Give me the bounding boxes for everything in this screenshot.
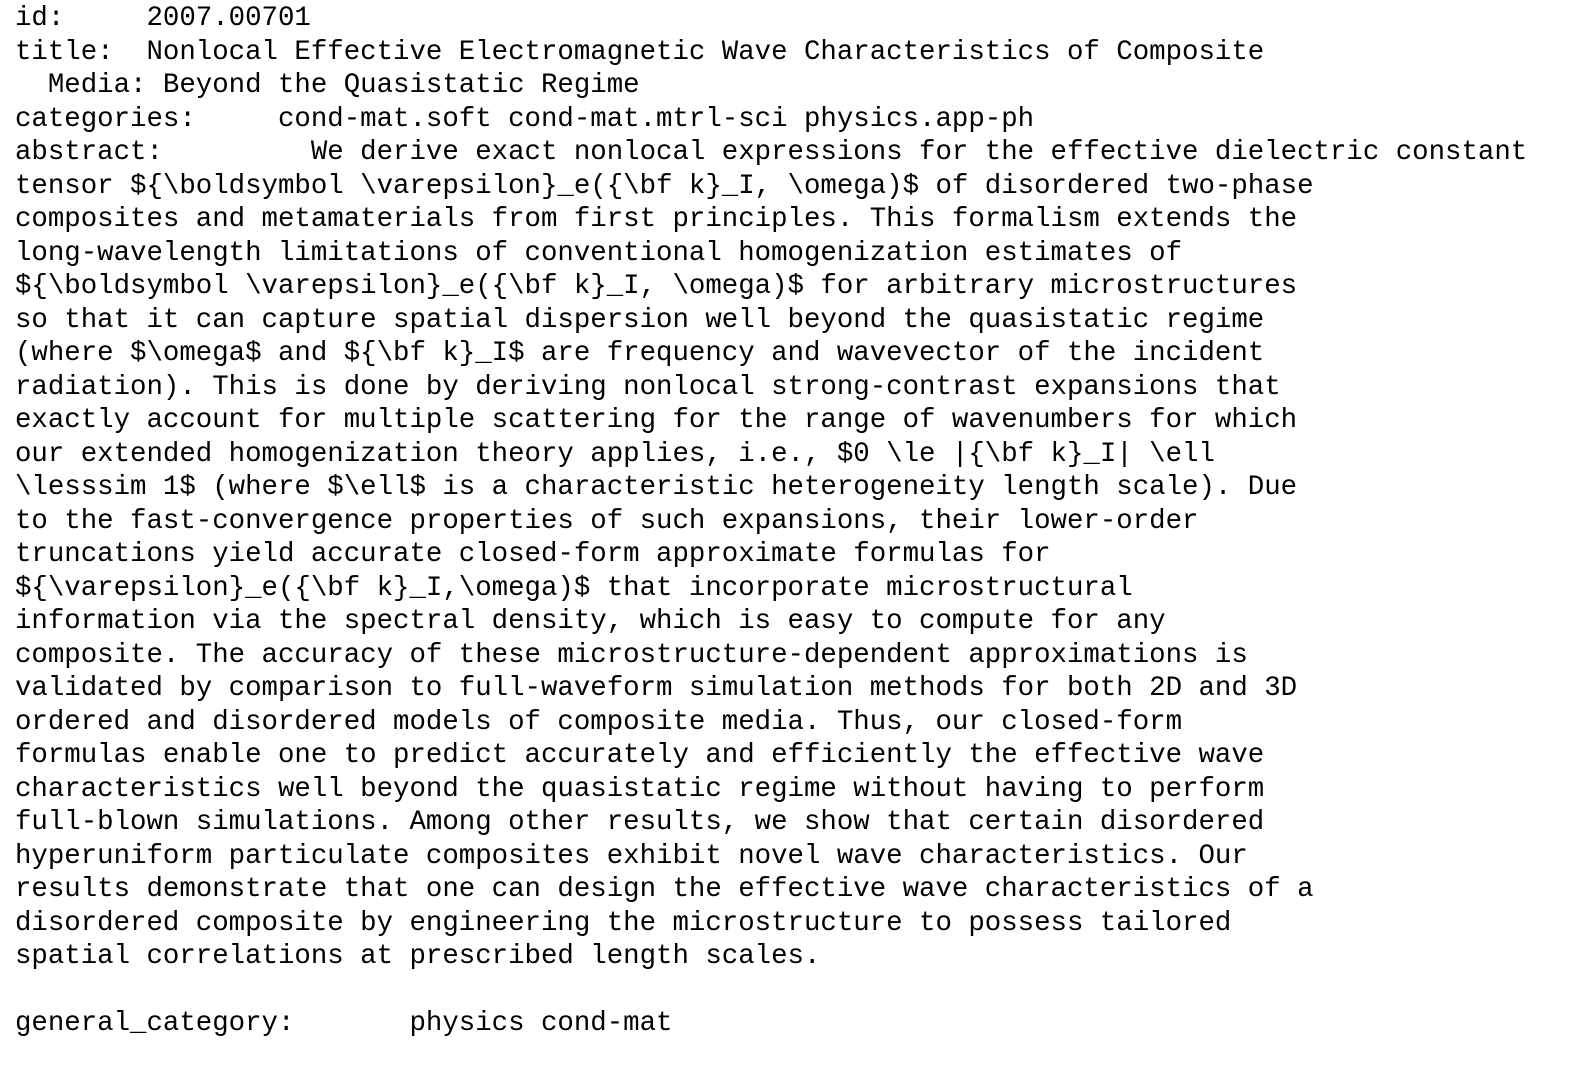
abstract-gap bbox=[163, 137, 311, 168]
abstract-line: exactly account for multiple scattering … bbox=[15, 405, 1298, 436]
id-value: 2007.00701 bbox=[146, 3, 311, 34]
abstract-line: radiation). This is done by deriving non… bbox=[15, 371, 1281, 403]
categories-value: cond-mat.soft cond-mat.mtrl-sci physics.… bbox=[278, 103, 1035, 135]
abstract-line: composite. The accuracy of these microst… bbox=[15, 639, 1248, 671]
abstract-line: truncations yield accurate closed-form a… bbox=[15, 539, 1051, 570]
abstract-body: tensor ${\boldsymbol \varepsilon}_e({\bf… bbox=[15, 170, 1596, 974]
general-category-label: general_category: bbox=[15, 1008, 295, 1039]
abstract-line: ${\varepsilon}_e({\bf k}_I,\omega)$ that… bbox=[15, 572, 1133, 604]
abstract-line: tensor ${\boldsymbol \varepsilon}_e({\bf… bbox=[15, 170, 1314, 202]
categories-label: categories: bbox=[15, 103, 196, 135]
abstract-line: validated by comparison to full-waveform… bbox=[15, 673, 1298, 704]
abstract-line: full-blown simulations. Among other resu… bbox=[15, 807, 1265, 838]
general-category-gap bbox=[294, 1008, 409, 1039]
abstract-line: formulas enable one to predict accuratel… bbox=[15, 740, 1265, 771]
title-line-1: Nonlocal Effective Electromagnetic Wave … bbox=[146, 36, 1265, 68]
abstract-line: ${\boldsymbol \varepsilon}_e({\bf k}_I, … bbox=[15, 271, 1298, 302]
abstract-line: long-wavelength limitations of conventio… bbox=[15, 237, 1183, 269]
abstract-line: composites and metamaterials from first … bbox=[15, 204, 1298, 235]
abstract-first-line: We derive exact nonlocal expressions for… bbox=[310, 137, 1528, 168]
abstract-line: disordered composite by engineering the … bbox=[15, 907, 1232, 939]
abstract-line: to the fast-convergence properties of su… bbox=[15, 505, 1199, 537]
abstract-line: hyperuniform particulate composites exhi… bbox=[15, 840, 1248, 872]
id-row: id: 2007.00701 bbox=[15, 2, 1596, 36]
abstract-line: (where $\omega$ and ${\bf k}_I$ are freq… bbox=[15, 338, 1265, 369]
abstract-row: abstract: We derive exact nonlocal expre… bbox=[15, 136, 1596, 170]
id-label: id: bbox=[15, 3, 65, 34]
categories-gap bbox=[196, 104, 278, 135]
general-category-value: physics cond-mat bbox=[409, 1008, 673, 1039]
abstract-line: \lesssim 1$ (where $\ell$ is a character… bbox=[15, 472, 1298, 503]
title-continuation-row: Media: Beyond the Quasistatic Regime bbox=[15, 69, 1596, 103]
id-gap bbox=[64, 3, 146, 34]
title-line-2: Media: Beyond the Quasistatic Regime bbox=[15, 70, 640, 101]
categories-row: categories: cond-mat.soft cond-mat.mtrl-… bbox=[15, 103, 1596, 137]
abstract-line: information via the spectral density, wh… bbox=[15, 606, 1166, 637]
abstract-label: abstract: bbox=[15, 137, 163, 168]
general-category-row: general_category: physics cond-mat bbox=[15, 1007, 1596, 1041]
document-page: id: 2007.00701 title: Nonlocal Effective… bbox=[0, 0, 1596, 1068]
abstract-line: so that it can capture spatial dispersio… bbox=[15, 304, 1265, 336]
abstract-line: our extended homogenization theory appli… bbox=[15, 438, 1215, 470]
title-label: title: bbox=[15, 36, 114, 68]
title-gap bbox=[114, 37, 147, 68]
title-row: title: Nonlocal Effective Electromagneti… bbox=[15, 36, 1596, 70]
abstract-line: spatial correlations at prescribed lengt… bbox=[15, 941, 821, 972]
abstract-line: characteristics well beyond the quasista… bbox=[15, 773, 1265, 805]
abstract-line: results demonstrate that one can design … bbox=[15, 874, 1314, 905]
abstract-line: ordered and disordered models of composi… bbox=[15, 706, 1183, 738]
